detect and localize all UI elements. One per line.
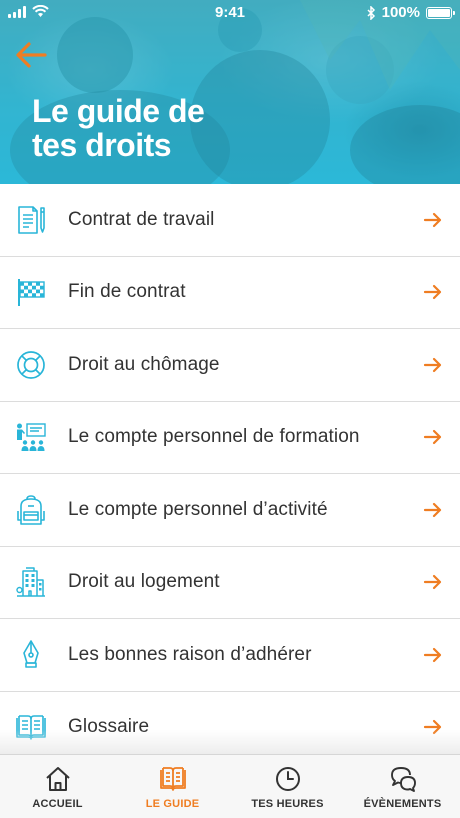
- list-item-fin-de-contrat[interactable]: Fin de contrat: [0, 256, 460, 329]
- list-item-label: Droit au chômage: [68, 353, 220, 375]
- tab-label: TES HEURES: [251, 798, 324, 810]
- contract-document-icon: [18, 205, 45, 234]
- arrow-right-icon: [423, 357, 442, 372]
- tab-tes-heures[interactable]: TES HEURES: [230, 755, 345, 818]
- list-item-compte-personnel-formation[interactable]: Le compte personnel de formation: [0, 401, 460, 474]
- page-title-line2: tes droits: [32, 127, 172, 163]
- list-item-label: Contrat de travail: [68, 208, 215, 230]
- battery-icon: [426, 6, 455, 19]
- bluetooth-icon: [367, 5, 375, 20]
- bottom-tab-bar: ACCUEIL LE GUIDE TES HEURES ÉVÈNEMENTS: [0, 754, 460, 818]
- home-icon: [45, 767, 70, 791]
- book-icon: [159, 767, 186, 791]
- tab-accueil[interactable]: ACCUEIL: [0, 755, 115, 818]
- list-item-label: Le compte personnel de formation: [68, 426, 360, 448]
- battery-percentage: 100%: [381, 4, 420, 21]
- list-scroll-fade: [0, 730, 460, 754]
- arrow-right-icon: [423, 575, 442, 590]
- back-button[interactable]: [14, 40, 54, 72]
- lifebuoy-icon: [17, 350, 45, 379]
- tab-evenements[interactable]: ÉVÈNEMENTS: [345, 755, 460, 818]
- status-right: 100%: [367, 4, 455, 21]
- tab-label: LE GUIDE: [145, 798, 200, 810]
- list-item-droit-au-logement[interactable]: Droit au logement: [0, 546, 460, 619]
- arrow-right-icon: [423, 212, 442, 227]
- list-item-droit-au-chomage[interactable]: Droit au chômage: [0, 329, 460, 402]
- checkered-flag-icon: [18, 279, 45, 307]
- header-banner: 9:41 100% Le guide de tes droits: [0, 0, 460, 184]
- list-item-compte-personnel-activite[interactable]: Le compte personnel d’activité: [0, 474, 460, 547]
- backpack-icon: [17, 494, 45, 525]
- building-icon: [16, 567, 45, 597]
- training-presentation-icon: [17, 423, 46, 452]
- arrow-right-icon: [423, 647, 442, 662]
- list-item-contrat-de-travail[interactable]: Contrat de travail: [0, 184, 460, 257]
- tab-label: ACCUEIL: [32, 798, 83, 810]
- fountain-pen-icon: [23, 639, 39, 668]
- clock-icon: [275, 767, 300, 791]
- chat-bubbles-icon: [390, 767, 416, 792]
- tab-le-guide[interactable]: LE GUIDE: [115, 755, 230, 818]
- page-title-line1: Le guide de: [32, 93, 205, 129]
- list-item-label: Le compte personnel d’activité: [68, 498, 328, 520]
- arrow-right-icon: [423, 285, 442, 300]
- arrow-left-icon: [16, 42, 47, 68]
- list-item-label: Fin de contrat: [68, 281, 186, 303]
- arrow-right-icon: [423, 502, 442, 517]
- rights-guide-list: Contrat de travail Fin de contrat Droit …: [0, 184, 460, 764]
- page-title: Le guide de tes droits: [32, 94, 332, 162]
- arrow-right-icon: [423, 430, 442, 445]
- list-item-label: Droit au logement: [68, 571, 220, 593]
- list-item-bonnes-raisons-adherer[interactable]: Les bonnes raison d’adhérer: [0, 619, 460, 692]
- tab-label: ÉVÈNEMENTS: [363, 798, 442, 810]
- status-bar: 9:41 100%: [0, 0, 460, 26]
- list-item-label: Les bonnes raison d’adhérer: [68, 643, 312, 665]
